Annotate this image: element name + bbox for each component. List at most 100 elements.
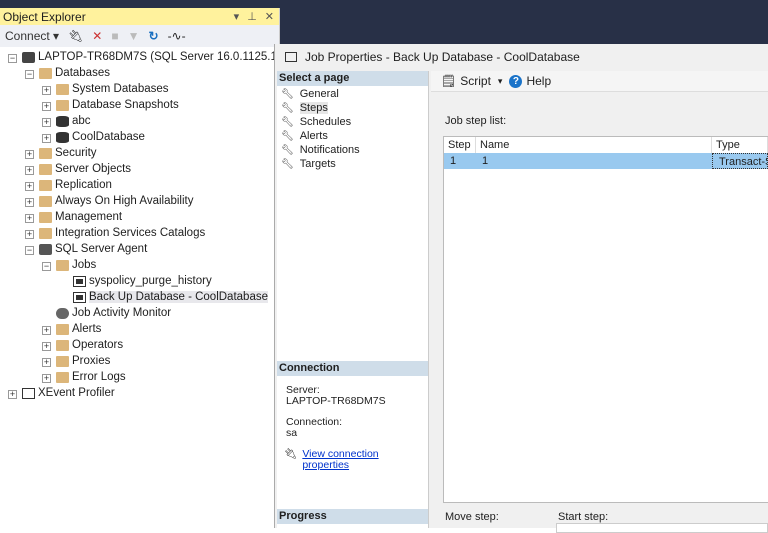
expand-icon[interactable]: + [42,118,51,127]
help-button[interactable]: ? Help [509,74,551,88]
close-icon[interactable]: ✕ [265,10,274,23]
tree-node[interactable]: + System Databases [0,82,279,98]
page-item-alerts[interactable]: 🔧︎ Alerts [277,129,428,143]
column-header-type[interactable]: Type [712,137,768,153]
tree-node[interactable]: − Jobs [0,258,279,274]
column-header-name[interactable]: Name [476,137,712,153]
connect-button[interactable]: Connect ▾ [5,29,59,43]
tree-node-label: LAPTOP-TR68DM7S (SQL Server 16.0.1125.1 … [38,51,304,63]
monitor-icon [56,308,69,319]
page-item-label: General [299,88,339,100]
tree-node[interactable]: Job Activity Monitor [0,306,279,322]
expand-icon[interactable]: + [25,198,34,207]
tree-node[interactable]: + Operators [0,338,279,354]
expand-icon[interactable]: + [25,214,34,223]
refresh-icon[interactable]: ↻ [149,29,159,43]
collapse-icon[interactable]: − [42,262,51,271]
tree-node-label: Security [55,147,97,159]
tree-node-label: System Databases [72,83,169,95]
cell-name: 1 [482,155,489,167]
tree-node[interactable]: + Integration Services Catalogs [0,226,279,242]
tree-node[interactable]: + Always On High Availability [0,194,279,210]
page-item-label: Steps [299,102,328,114]
collapse-icon[interactable]: − [8,54,17,63]
page-item-label: Targets [299,158,336,170]
tree-node[interactable]: − SQL Server Agent [0,242,279,258]
stop-icon[interactable]: ■ [111,29,118,43]
expand-icon[interactable]: + [42,326,51,335]
tree-node[interactable]: + Security [0,146,279,162]
collapse-icon[interactable]: − [25,70,34,79]
pin-icon[interactable]: ⊥ [247,10,257,23]
tree-node[interactable]: + Database Snapshots [0,98,279,114]
folder-icon [39,68,52,79]
tree-node[interactable]: + CoolDatabase [0,130,279,146]
expand-icon[interactable]: + [8,390,17,399]
tree-node[interactable]: + Alerts [0,322,279,338]
expand-icon[interactable]: + [42,102,51,111]
expand-icon[interactable]: + [42,134,51,143]
page-item-steps[interactable]: 🔧︎ Steps [277,101,428,115]
connect-label: Connect [5,29,50,43]
page-item-targets[interactable]: 🔧︎ Targets [277,157,428,171]
tree-node[interactable]: syspolicy_purge_history [0,274,279,290]
filter-icon[interactable]: ▼ [128,29,140,43]
help-icon: ? [509,74,523,88]
db-icon [56,132,69,143]
expand-icon[interactable]: + [42,358,51,367]
connection-value: sa [286,427,298,439]
connection-header: Connection [277,361,428,376]
page-item-label: Notifications [299,144,360,156]
tree-node-label: Integration Services Catalogs [55,227,206,239]
expand-icon[interactable]: + [25,150,34,159]
xevent-icon [22,388,35,399]
collapse-icon[interactable]: − [25,246,34,255]
tree-node[interactable]: − LAPTOP-TR68DM7S (SQL Server 16.0.1125.1… [0,50,303,66]
dropdown-icon[interactable]: ▾ [234,10,240,23]
expand-icon[interactable]: + [25,182,34,191]
tree-node-label: Databases [55,67,110,79]
wrench-icon: 🔧︎ [281,130,294,142]
tree-node[interactable]: + Error Logs [0,370,279,386]
tree-node[interactable]: + Server Objects [0,162,279,178]
tree-node[interactable]: + Replication [0,178,279,194]
script-dropdown-icon[interactable]: ▾ [498,76,503,87]
tree-node[interactable]: + XEvent Profiler [0,386,279,402]
connect-plug-icon[interactable]: 🔌︎ [68,29,83,43]
expand-icon[interactable]: + [42,86,51,95]
script-button[interactable]: 🗒︎ Script [441,74,491,88]
dialog-toolbar: 🗒︎ Script ▾ ? Help [431,71,768,92]
activity-monitor-icon[interactable]: -∿- [168,29,186,43]
tree-node-label: Server Objects [55,163,132,175]
column-header-step[interactable]: Step [444,137,476,153]
expand-icon[interactable]: + [42,342,51,351]
page-item-general[interactable]: 🔧︎ General [277,87,428,101]
folder-icon [56,372,69,383]
folder-icon [56,100,69,111]
tree-node-label: XEvent Profiler [38,387,115,399]
expand-icon[interactable]: + [42,374,51,383]
tree-node[interactable]: − Databases [0,66,279,82]
tree-node-label: abc [72,115,91,127]
page-item-schedules[interactable]: 🔧︎ Schedules [277,115,428,129]
folder-icon [56,260,69,271]
page-item-notifications[interactable]: 🔧︎ Notifications [277,143,428,157]
disconnect-icon[interactable]: ✕ [92,29,102,43]
page-selector-pane: Select a page 🔧︎ General 🔧︎ Steps 🔧︎ Schedule… [277,71,429,528]
view-connection-properties-link[interactable]: View connection properties [302,449,428,471]
tree-node[interactable]: + Management [0,210,279,226]
connection-label: Connection: [286,416,343,428]
tree-node-label: Alerts [72,323,102,335]
expand-icon[interactable]: + [25,166,34,175]
expand-icon[interactable]: + [25,230,34,239]
tree-node-label: Always On High Availability [55,195,194,207]
folder-icon [39,212,52,223]
folder-icon [39,228,52,239]
tree-node[interactable]: Back Up Database - CoolDatabase [0,290,279,306]
tree-node[interactable]: + abc [0,114,279,130]
server-icon [22,52,35,63]
table-row[interactable]: 1 1 Transact-SQL script (T-SQL) [444,153,768,169]
start-step-select[interactable] [556,523,768,533]
steps-page: 🗒︎ Script ▾ ? Help Job step list: Step N… [431,71,768,533]
tree-node[interactable]: + Proxies [0,354,279,370]
